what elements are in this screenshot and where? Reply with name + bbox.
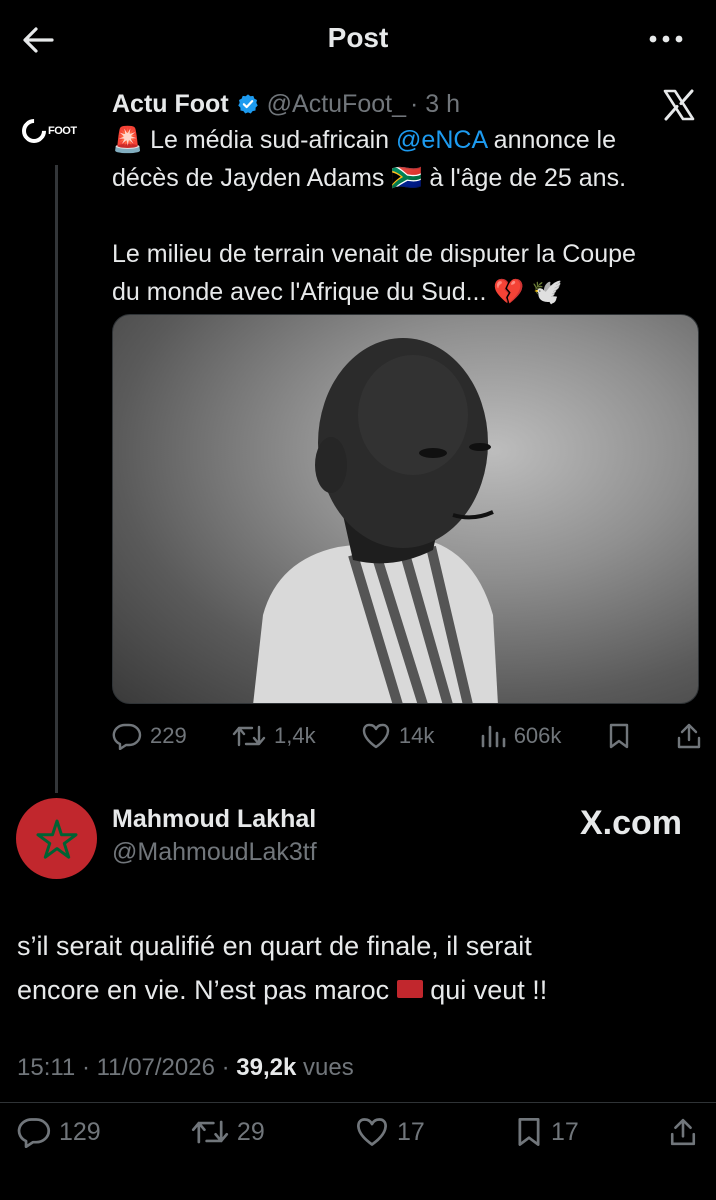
repost-icon: [191, 1120, 229, 1144]
thread-line: [55, 165, 58, 793]
quoted-author-handle[interactable]: @ActuFoot_: [267, 90, 406, 119]
share-icon: [670, 1118, 696, 1146]
main-text-segment: encore en vie. N’est pas maroc: [17, 975, 397, 1005]
page-title: Post: [327, 22, 389, 53]
share-icon: [677, 723, 701, 749]
bookmark-icon: [609, 723, 628, 749]
repost-count: 29: [236, 1117, 265, 1146]
avatar-text: FOOT: [48, 125, 77, 137]
x-com-text: X.com: [579, 804, 682, 842]
x-com-logo: X.com: [580, 804, 682, 843]
like-button[interactable]: 14k: [361, 723, 434, 749]
views-label: vues: [303, 1054, 354, 1081]
divider: [0, 1102, 716, 1103]
morocco-flag-icon: [36, 819, 77, 859]
repost-icon: [232, 725, 266, 747]
reply-icon: [112, 723, 142, 750]
post-meta: 15:11 · 11/07/2026 · 39,2k vues: [17, 1054, 354, 1082]
quoted-author-name[interactable]: Actu Foot: [112, 90, 229, 119]
repost-button[interactable]: 1,4k: [232, 723, 316, 749]
reply-count: 129: [59, 1117, 101, 1146]
views-button[interactable]: 606k: [480, 723, 562, 749]
player-portrait-illustration: [253, 338, 498, 703]
quoted-post-actions: 229 1,4k 14k 606k: [112, 718, 702, 754]
main-text-line: s’il serait qualifié en quart de finale,…: [17, 931, 532, 961]
repost-button[interactable]: 29: [191, 1117, 265, 1147]
mahmoud-avatar[interactable]: [16, 798, 97, 879]
morocco-flag-emoji-icon: [396, 979, 423, 998]
main-text-segment: qui veut !!: [422, 975, 548, 1005]
main-post-actions: 129 29 17 17: [17, 1112, 697, 1152]
main-text-line: encore en vie. N’est pas maroc qui veut …: [17, 968, 707, 1012]
actufoot-avatar[interactable]: FOOT: [17, 114, 86, 148]
quoted-post-header: Actu Foot @ActuFoot_ · 3 h: [112, 86, 460, 122]
quoted-text-segment: annonce le: [486, 126, 617, 154]
reply-button[interactable]: 229: [112, 722, 187, 750]
like-count: 17: [396, 1117, 425, 1146]
verified-badge-icon: [237, 94, 258, 114]
bookmark-icon: [518, 1118, 540, 1146]
bookmark-button[interactable]: 17: [515, 1116, 579, 1148]
views-total: 39,2k: [236, 1054, 297, 1081]
like-icon: [362, 723, 390, 749]
share-button[interactable]: [669, 1116, 697, 1148]
repost-count: 1,4k: [274, 723, 316, 748]
more-icon: [649, 35, 683, 43]
bookmark-button[interactable]: [607, 722, 631, 750]
quoted-post-time: · 3 h: [409, 89, 461, 118]
like-count: 14k: [398, 723, 435, 748]
like-button[interactable]: 17: [355, 1117, 425, 1147]
share-button[interactable]: [676, 722, 702, 750]
x-logo-icon: [663, 89, 695, 121]
more-button[interactable]: [646, 24, 686, 54]
main-author-handle[interactable]: @MahmoudLak3tf: [112, 838, 317, 867]
top-bar: Post: [0, 0, 716, 80]
quoted-text-line: Le milieu de terrain venait de disputer …: [112, 240, 636, 268]
quoted-text-line: 🚨 Le média sud-africain @eNCA annonce le: [112, 121, 702, 159]
views-icon: [481, 725, 505, 748]
views-count: 606k: [513, 723, 562, 748]
quoted-text-line: décès de Jayden Adams 🇿🇦 à l'âge de 25 a…: [112, 164, 627, 192]
actufoot-logo-icon: [17, 114, 51, 148]
quoted-post-text: 🚨 Le média sud-africain @eNCA annonce le…: [112, 121, 702, 311]
quoted-text-line: du monde avec l'Afrique du Sud... 💔 🕊️: [112, 278, 563, 306]
bookmark-count: 17: [550, 1117, 579, 1146]
post-timestamp[interactable]: 15:11 · 11/07/2026 ·: [17, 1054, 236, 1081]
like-icon: [356, 1118, 387, 1146]
reply-icon: [17, 1118, 51, 1148]
reply-count: 229: [150, 723, 187, 748]
quoted-text-segment: 🚨 Le média sud-africain: [112, 126, 397, 154]
mention-link[interactable]: @eNCA: [396, 126, 487, 154]
main-post-text: s’il serait qualifié en quart de finale,…: [17, 924, 707, 1012]
post-photo[interactable]: [112, 314, 699, 704]
main-author-name[interactable]: Mahmoud Lakhal: [112, 805, 316, 834]
reply-button[interactable]: 129: [17, 1116, 101, 1148]
